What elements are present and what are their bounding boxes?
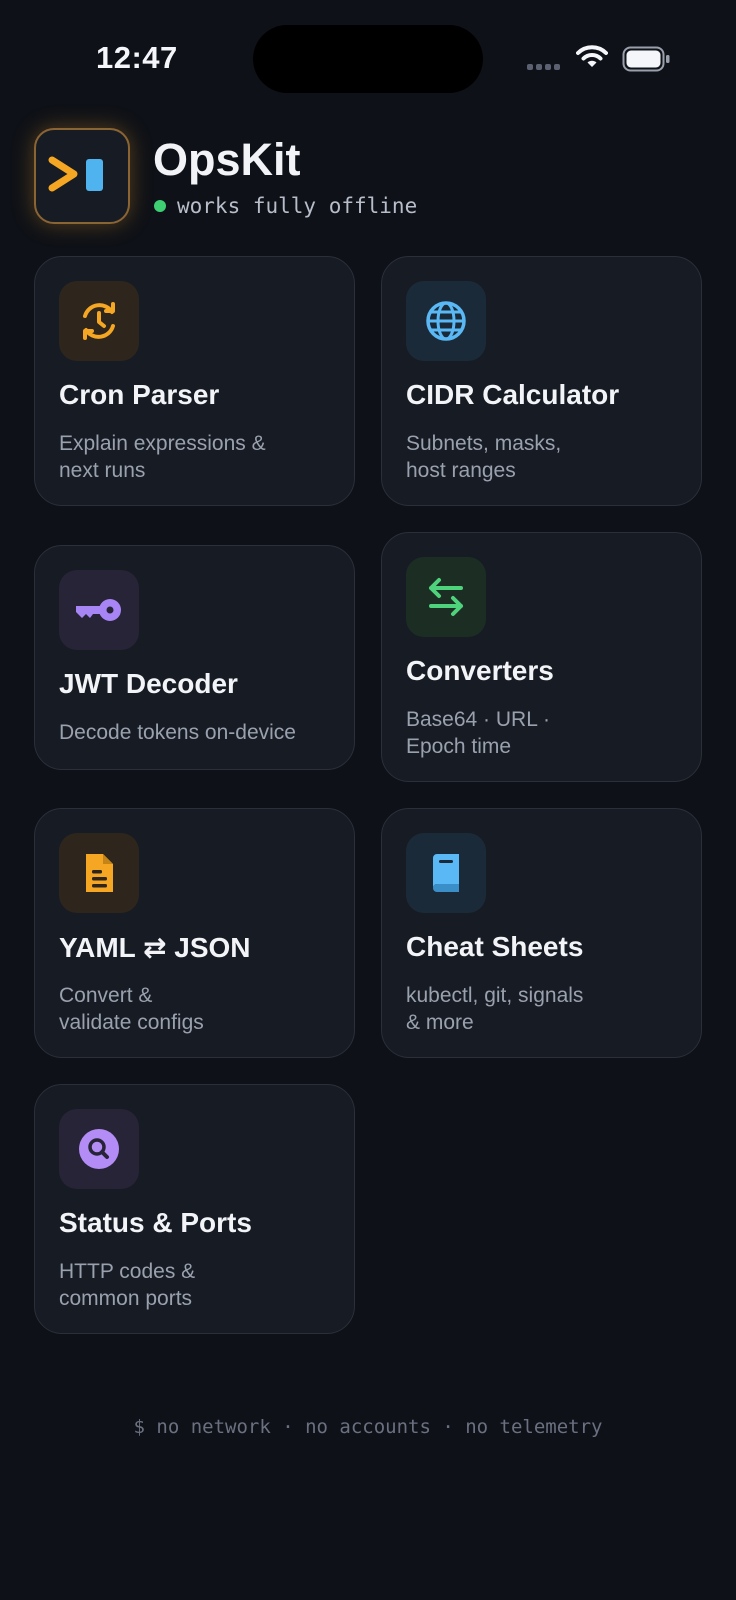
swap-arrows-icon — [429, 578, 463, 616]
offline-status-label: works fully offline — [177, 194, 418, 218]
globe-icon — [426, 301, 466, 341]
cron-parser-tile — [59, 281, 139, 361]
tool-card-converters[interactable]: Converters Base64 · URL · Epoch time — [381, 532, 702, 782]
app-logo — [34, 128, 130, 224]
terminal-prompt-icon — [48, 156, 103, 192]
privacy-footer: $ no network · no accounts · no telemetr… — [133, 1416, 603, 1438]
online-status-dot — [154, 200, 166, 212]
tool-title: Converters — [406, 655, 554, 686]
status-bar: 12:47 — [0, 0, 736, 110]
tool-description: Explain expressions & next runs — [59, 432, 266, 482]
tool-card-cidr-calculator[interactable]: CIDR Calculator Subnets, masks, host ran… — [381, 256, 702, 506]
cidr-calculator-tile — [406, 281, 486, 361]
cellular-signal-icon — [527, 64, 560, 70]
offline-status: works fully offline — [154, 194, 417, 218]
search-icon — [79, 1129, 119, 1169]
document-icon — [86, 854, 113, 892]
tool-description: Base64 · URL · Epoch time — [406, 708, 550, 758]
tool-card-cron-parser[interactable]: Cron Parser Explain expressions & next r… — [34, 256, 355, 506]
status-time: 12:47 — [96, 40, 178, 75]
tool-title: Cron Parser — [59, 379, 220, 410]
cheat-sheets-tile — [406, 833, 486, 913]
wifi-icon — [576, 45, 608, 67]
tool-description: Subnets, masks, host ranges — [406, 432, 562, 482]
jwt-decoder-tile — [59, 570, 139, 650]
battery-icon — [622, 46, 670, 72]
tool-card-cheat-sheets[interactable]: Cheat Sheets kubectl, git, signals & mor… — [381, 808, 702, 1058]
tool-title: JWT Decoder — [59, 668, 238, 699]
tool-title: Status & Ports — [59, 1207, 252, 1238]
tool-description: Decode tokens on-device — [59, 721, 296, 744]
app-title: OpsKit — [153, 134, 301, 185]
tool-card-jwt-decoder[interactable]: JWT Decoder Decode tokens on-device — [34, 545, 355, 770]
tool-description: HTTP codes & common ports — [59, 1260, 196, 1310]
book-icon — [433, 854, 459, 892]
tool-card-status-ports[interactable]: Status & Ports HTTP codes & common ports — [34, 1084, 355, 1334]
tool-card-yaml-json[interactable]: YAML ⇄ JSON Convert & validate configs — [34, 808, 355, 1058]
tool-title: CIDR Calculator — [406, 379, 620, 410]
tool-title: Cheat Sheets — [406, 931, 584, 962]
converters-tile — [406, 557, 486, 637]
clock-refresh-icon — [83, 302, 115, 340]
tool-description: kubectl, git, signals & more — [406, 984, 584, 1034]
yaml-json-tile — [59, 833, 139, 913]
dynamic-island — [253, 25, 483, 93]
status-ports-tile — [59, 1109, 139, 1189]
key-icon — [76, 599, 121, 621]
tool-description: Convert & validate configs — [59, 984, 204, 1034]
tool-title: YAML ⇄ JSON — [59, 932, 251, 963]
